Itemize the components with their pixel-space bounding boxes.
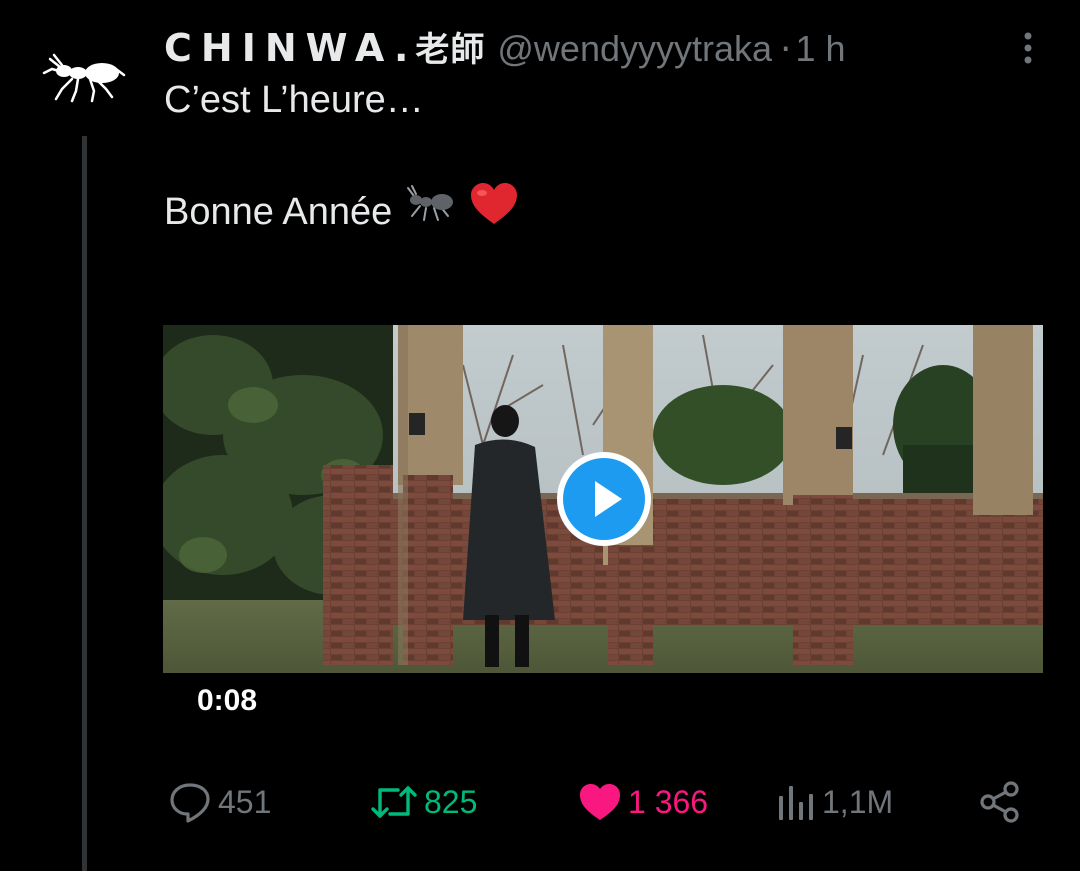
separator-dot: · (780, 29, 792, 70)
display-name[interactable]: CHINWA. (164, 26, 417, 70)
play-button[interactable] (554, 449, 654, 549)
display-name-cjk[interactable]: 老師 (415, 22, 485, 71)
heart-filled-icon (580, 784, 620, 820)
retweet-icon (371, 786, 417, 818)
tweet-text: C’est L’heure… (164, 72, 424, 128)
views-count: 1,1M (822, 783, 894, 820)
tweet-text-line-1: C’est L’heure… (164, 79, 424, 121)
share-button[interactable] (978, 778, 1022, 826)
like-button[interactable]: 1 366 (578, 778, 708, 826)
tweet-text-line-2: Bonne Année (164, 191, 393, 233)
user-handle[interactable]: @wendyyyytraka (497, 28, 772, 70)
ant-icon (42, 53, 126, 103)
timestamp[interactable]: 1 h (795, 28, 845, 70)
views-button[interactable]: 1,1M (776, 778, 893, 826)
more-vertical-icon (1024, 32, 1032, 64)
play-icon (557, 452, 651, 546)
more-options-button[interactable] (1012, 28, 1044, 68)
share-icon (980, 781, 1019, 823)
thread-connector-line (82, 136, 87, 871)
tweet-header: CHINWA. 老師 @wendyyyytraka · 1 h (164, 22, 1044, 70)
tweet-text-line-2-wrap: Bonne Année (164, 180, 520, 244)
views-bar-chart-icon (779, 786, 813, 820)
reply-count: 451 (218, 783, 272, 820)
reply-button[interactable]: 451 (168, 778, 271, 826)
video-duration: 0:08 (197, 684, 258, 717)
like-count: 1 366 (628, 783, 709, 820)
red-heart-emoji-icon (468, 180, 520, 244)
ant-emoji-icon (404, 184, 456, 240)
retweet-button[interactable]: 825 (370, 778, 477, 826)
reply-icon (170, 783, 210, 823)
retweet-count: 825 (424, 783, 478, 820)
avatar[interactable] (38, 32, 130, 124)
